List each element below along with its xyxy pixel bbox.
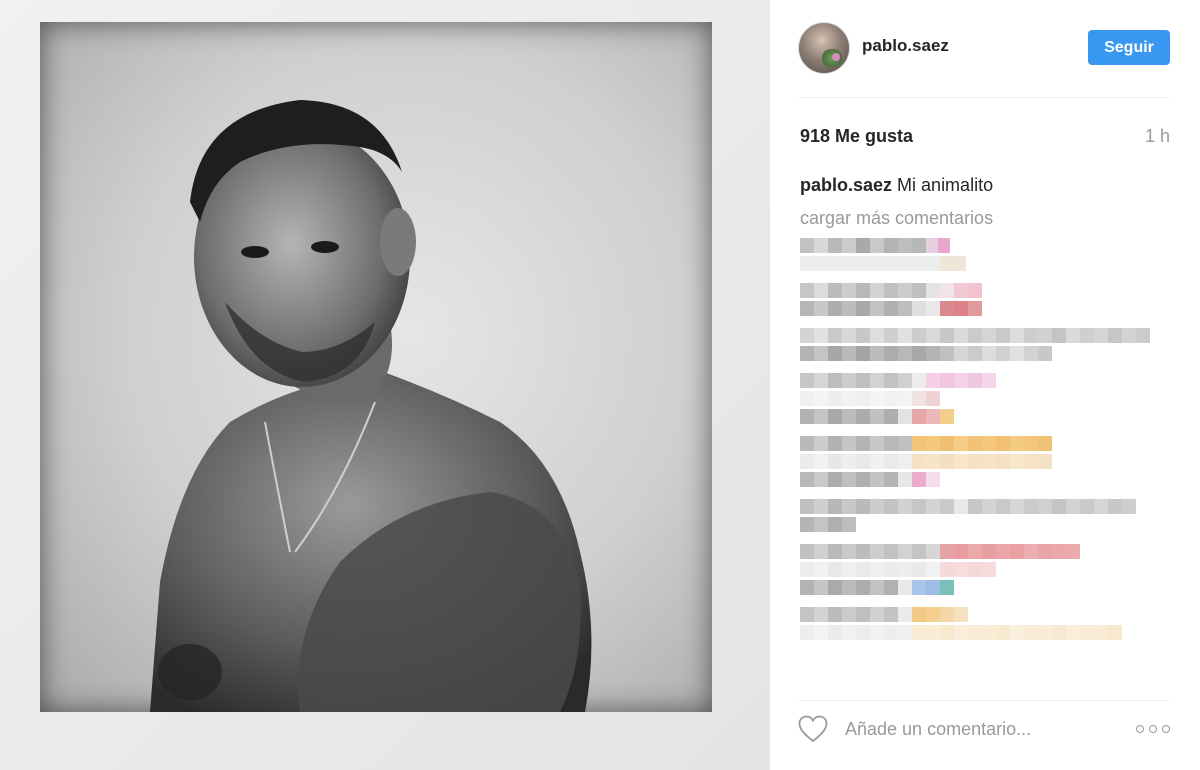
add-comment-bar [798,700,1170,756]
more-dot [1162,725,1170,733]
heart-icon[interactable] [798,715,828,743]
pixelated-comment-line [800,391,1170,406]
avatar[interactable] [798,22,850,74]
header-username[interactable]: pablo.saez [862,36,949,56]
post-photo-panel [0,0,770,770]
load-more-comments-link[interactable]: cargar más comentarios [800,208,993,229]
pixelated-comment-line [800,283,1170,298]
pixelated-comment-line [800,238,1170,253]
post-header: pablo.saez Seguir [798,22,1170,76]
pixelated-comment-line [800,301,1170,316]
pixelated-comment-line [800,409,1170,424]
pixelated-comment-line [800,346,1170,361]
avatar-flower-shape [832,53,840,61]
pixelated-comment-line [800,499,1170,514]
post-caption: pablo.saez Mi animalito [800,175,993,196]
pixelated-comment-line [800,328,1170,343]
caption-text: Mi animalito [897,175,994,195]
pixelated-comment-line [800,256,1170,271]
pixelated-comment-line [800,436,1170,451]
likes-count[interactable]: 918 Me gusta [800,126,913,147]
pixelated-comment-line [800,454,1170,469]
comment-input[interactable] [845,715,1125,743]
pixelated-comment-line [800,580,1170,595]
pixelated-comment-line [800,562,1170,577]
pixelated-comment-line [800,544,1170,559]
pixelated-comments-list [800,238,1170,693]
follow-button[interactable]: Seguir [1088,30,1170,65]
caption-username[interactable]: pablo.saez [800,175,892,195]
pixelated-comment-line [800,373,1170,388]
pixelated-comment-line [800,472,1170,487]
post-photo[interactable] [40,22,712,712]
polaroid-frame [0,0,770,770]
more-options-icon[interactable] [1136,717,1170,741]
post-sidebar: pablo.saez Seguir 918 Me gusta 1 h pablo… [770,0,1200,770]
pixelated-comment-line [800,517,1170,532]
more-dot [1149,725,1157,733]
pixelated-comment-line [800,607,1170,622]
post-timestamp[interactable]: 1 h [1145,126,1170,147]
more-dot [1136,725,1144,733]
header-divider [798,97,1170,98]
pixelated-comment-line [800,625,1170,640]
portrait-silhouette [150,100,592,712]
